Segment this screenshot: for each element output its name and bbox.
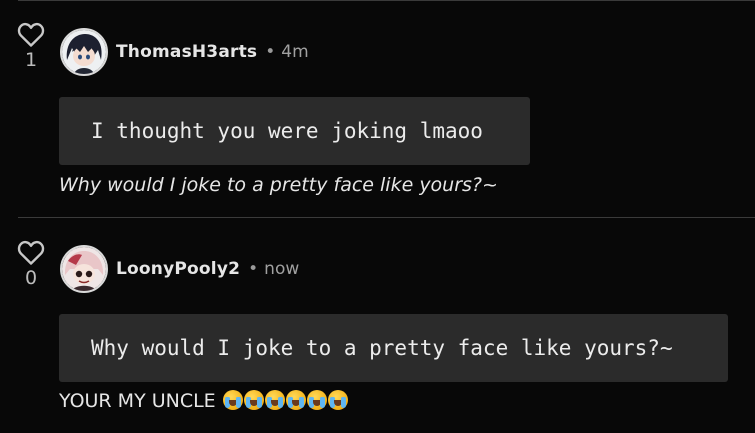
emoji-group xyxy=(222,390,348,412)
comment: 0 LoonyPooly2 • now Why would I joke to a … xyxy=(0,218,755,433)
loudly-crying-face-emoji xyxy=(285,390,306,410)
loudly-crying-face-emoji xyxy=(222,390,243,410)
username[interactable]: LoonyPooly2 xyxy=(116,259,240,279)
loudly-crying-face-emoji xyxy=(243,390,264,410)
loudly-crying-face-emoji xyxy=(306,390,327,410)
comment-meta: LoonyPooly2 • now xyxy=(116,258,299,280)
avatar[interactable] xyxy=(60,28,108,76)
heart-icon[interactable] xyxy=(17,240,45,266)
vote-control: 0 xyxy=(16,240,46,288)
loudly-crying-face-emoji xyxy=(327,390,348,410)
comment-body: Why would I joke to a pretty face like y… xyxy=(59,174,498,196)
like-count: 0 xyxy=(24,267,38,289)
avatar[interactable] xyxy=(60,245,108,293)
heart-icon[interactable] xyxy=(17,22,45,48)
vote-control: 1 xyxy=(16,22,46,70)
meta-separator: • xyxy=(248,259,259,279)
timestamp: now xyxy=(264,259,300,279)
quoted-text: I thought you were joking lmaoo xyxy=(59,97,530,165)
username[interactable]: ThomasH3arts xyxy=(116,42,257,62)
comment-body-text: YOUR MY UNCLE xyxy=(59,390,216,412)
like-count: 1 xyxy=(24,49,38,71)
comment-body: YOUR MY UNCLE xyxy=(59,389,348,413)
timestamp: 4m xyxy=(281,42,309,62)
comment-meta: ThomasH3arts • 4m xyxy=(116,41,309,63)
meta-separator: • xyxy=(265,42,276,62)
loudly-crying-face-emoji xyxy=(264,390,285,410)
avatar-image xyxy=(62,247,106,291)
comment: 1 ThomasH3arts • 4m I thought you were jok… xyxy=(0,0,755,216)
avatar-image xyxy=(62,30,106,74)
quoted-text: Why would I joke to a pretty face like y… xyxy=(59,314,728,382)
comment-thread: 1 ThomasH3arts • 4m I thought you were jok… xyxy=(0,0,755,433)
